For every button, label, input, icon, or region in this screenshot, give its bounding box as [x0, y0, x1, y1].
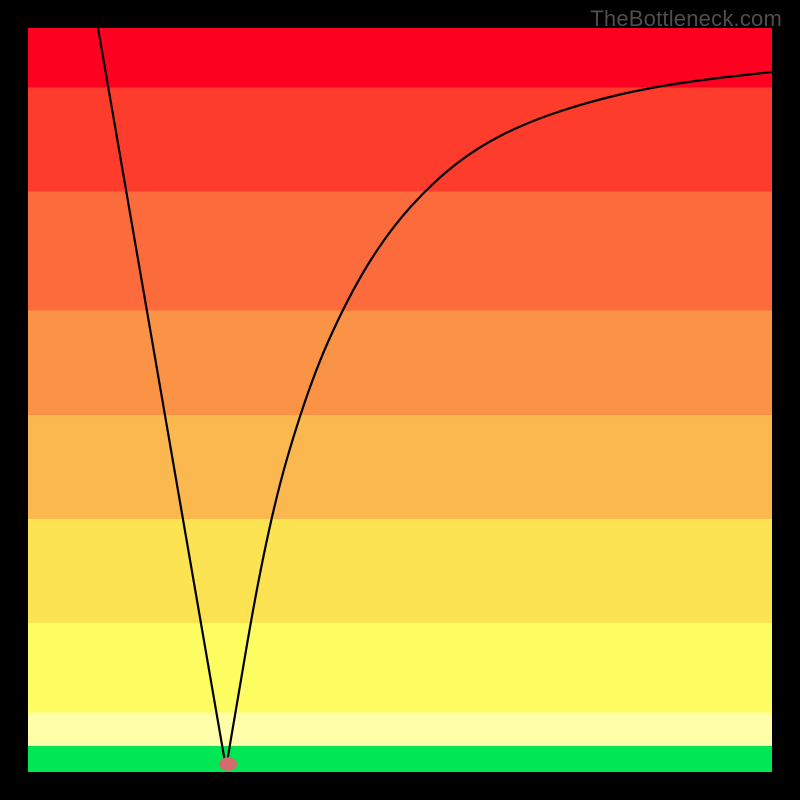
curve-left-branch — [98, 28, 226, 768]
watermark-label: TheBottleneck.com — [590, 6, 782, 32]
marker-dot — [219, 757, 237, 771]
chart-area — [28, 28, 772, 772]
curve-layer — [28, 28, 772, 772]
curve-right-branch — [226, 72, 772, 768]
